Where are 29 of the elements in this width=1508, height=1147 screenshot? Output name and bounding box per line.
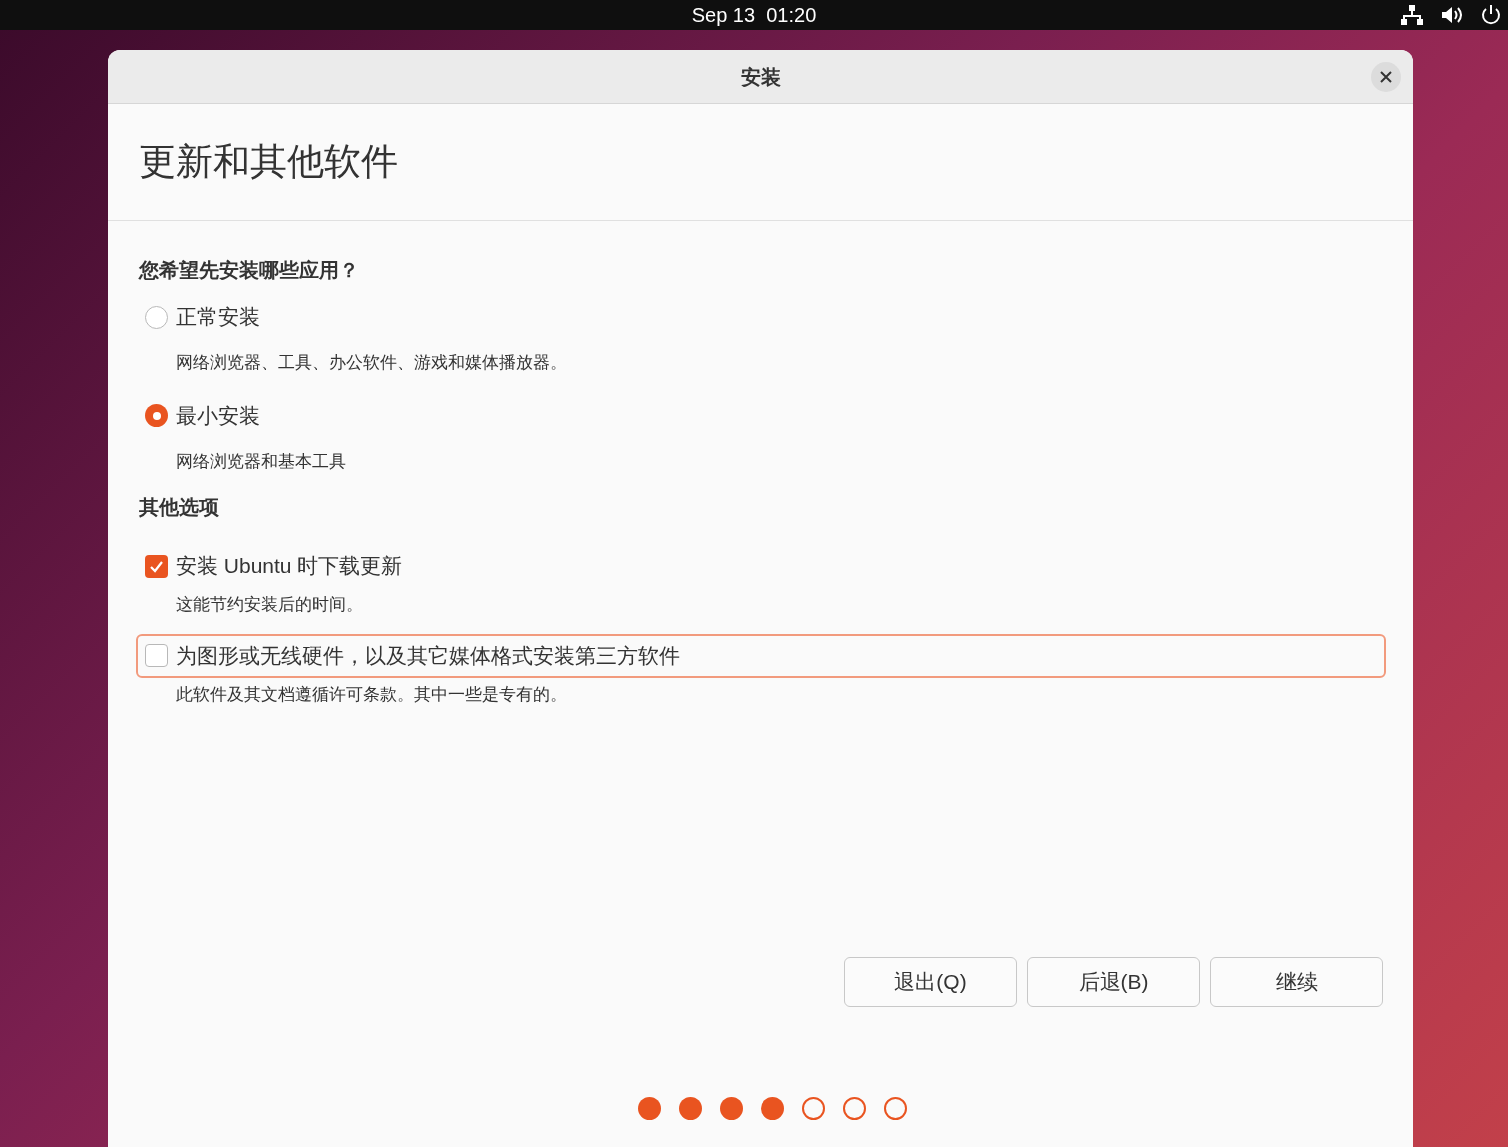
- page-title: 更新和其他软件: [139, 140, 398, 185]
- option-label[interactable]: 最小安装: [176, 399, 260, 432]
- radio-button[interactable]: [145, 404, 168, 427]
- checkbox[interactable]: [145, 554, 168, 578]
- power-icon[interactable]: [1480, 4, 1502, 26]
- option-row[interactable]: 安装 Ubuntu 时下载更新: [136, 544, 1386, 588]
- option-row[interactable]: 最小安装: [136, 393, 1386, 438]
- option-label[interactable]: 正常安装: [176, 301, 260, 333]
- section-heading: 其他选项: [138, 495, 220, 520]
- radio-button[interactable]: [145, 305, 168, 329]
- network-icon[interactable]: [1400, 4, 1424, 26]
- checkbox[interactable]: [145, 644, 168, 667]
- volume-icon[interactable]: [1440, 4, 1464, 26]
- close-icon: [1380, 71, 1392, 83]
- dialog-button[interactable]: 退出(Q): [844, 957, 1017, 1007]
- clock[interactable]: Sep 13 01:20: [691, 0, 817, 30]
- option-label[interactable]: 安装 Ubuntu 时下载更新: [176, 550, 403, 582]
- option-description: 网络浏览器和基本工具: [175, 450, 347, 473]
- option-row[interactable]: 正常安装: [136, 295, 1386, 339]
- dialog-button[interactable]: 后退(B): [1027, 957, 1200, 1007]
- dialog-button[interactable]: 继续: [1210, 957, 1383, 1007]
- close-button[interactable]: [1371, 62, 1401, 92]
- option-description: 此软件及其文档遵循许可条款。其中一些是专有的。: [175, 683, 568, 706]
- option-label[interactable]: 为图形或无线硬件，以及其它媒体格式安装第三方软件: [176, 639, 680, 672]
- option-row[interactable]: 为图形或无线硬件，以及其它媒体格式安装第三方软件: [136, 633, 1386, 678]
- window-title: 安装: [740, 64, 781, 90]
- section-heading: 您希望先安装哪些应用？: [137, 258, 360, 283]
- option-description: 这能节约安装后的时间。: [175, 594, 364, 616]
- option-description: 网络浏览器、工具、办公软件、游戏和媒体播放器。: [175, 352, 568, 374]
